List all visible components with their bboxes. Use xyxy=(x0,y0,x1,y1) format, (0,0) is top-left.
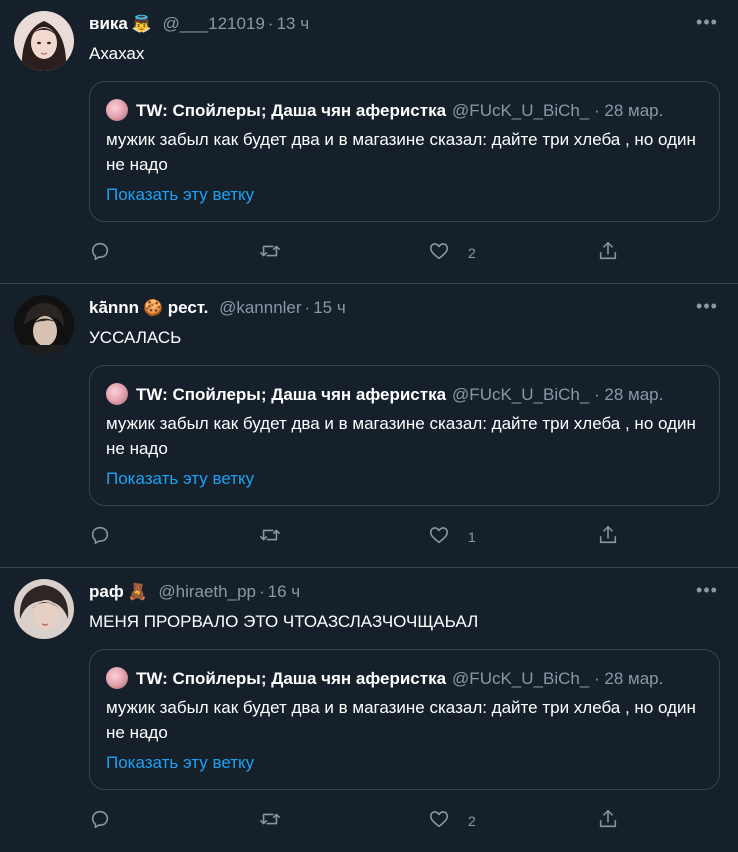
share-icon xyxy=(599,241,617,260)
timestamp[interactable]: 15 ч xyxy=(313,298,346,317)
retweet-button[interactable] xyxy=(259,520,281,550)
like-button[interactable]: 2 xyxy=(428,804,476,834)
quoted-tweet-header: TW: Спойлеры; Даша чян аферистка @FUcK_U_… xyxy=(106,666,709,692)
tweet-text: УССАЛАСЬ xyxy=(89,328,182,347)
tweet[interactable]: раф 🧸 @hiraeth_pp · 16 ч ••• МЕНЯ ПРОРВАЛО … xyxy=(0,568,738,852)
tweet-header: kā̃nnn 🍪 рест. @kannnler · 15 ч xyxy=(89,296,678,320)
quoted-avatar xyxy=(106,383,128,405)
separator-dot: · xyxy=(304,298,311,317)
quoted-handle-date: @FUcK_U_BiCh_ · 28 мар. xyxy=(452,385,664,404)
tweet-text: Ахахах xyxy=(89,44,145,63)
like-icon xyxy=(429,811,449,828)
reply-icon xyxy=(91,242,109,261)
tweet[interactable]: вика 👼 @___121019 · 13 ч ••• Ахахах TW: Спо… xyxy=(0,0,738,284)
show-thread-link[interactable]: Показать эту ветку xyxy=(106,467,254,491)
like-button[interactable]: 1 xyxy=(428,520,476,550)
quoted-tweet-header: TW: Спойлеры; Даша чян аферистка @FUcK_U_… xyxy=(106,382,709,408)
reply-button[interactable] xyxy=(89,520,111,550)
reply-icon xyxy=(91,526,109,545)
quoted-display-name: TW: Спойлеры; Даша чян аферистка xyxy=(136,669,447,688)
retweet-icon xyxy=(260,813,280,825)
show-thread-link[interactable]: Показать эту ветку xyxy=(106,751,254,775)
separator-dot: · xyxy=(258,582,265,601)
name-emoji: 🧸 xyxy=(127,582,148,601)
tweet-header: вика 👼 @___121019 · 13 ч xyxy=(89,12,678,36)
display-name[interactable]: раф xyxy=(89,582,124,601)
avatar[interactable] xyxy=(14,11,74,71)
quoted-tweet-text: мужик забыл как будет два и в магазине с… xyxy=(106,130,696,174)
quoted-handle-date: @FUcK_U_BiCh_ · 28 мар. xyxy=(452,101,664,120)
like-count: 2 xyxy=(468,813,476,829)
action-bar: 2 xyxy=(89,236,629,266)
like-icon xyxy=(429,527,449,544)
share-button[interactable] xyxy=(597,520,619,550)
quoted-display-name: TW: Спойлеры; Даша чян аферистка xyxy=(136,101,447,120)
retweet-button[interactable] xyxy=(259,236,281,266)
share-button[interactable] xyxy=(597,236,619,266)
quoted-tweet[interactable]: TW: Спойлеры; Даша чян аферистка @FUcK_U_… xyxy=(89,81,720,222)
quoted-handle-date: @FUcK_U_BiCh_ · 28 мар. xyxy=(452,669,664,688)
user-handle[interactable]: @___121019 xyxy=(163,14,265,33)
share-icon xyxy=(599,809,617,828)
display-name[interactable]: kā̃nnn xyxy=(89,298,139,317)
tweet-text: МЕНЯ ПРОРВАЛО ЭТО ЧТОАЗСЛАЗЧОЧЩАЬАЛ xyxy=(89,612,479,631)
user-handle[interactable]: @hiraeth_pp xyxy=(158,582,256,601)
avatar[interactable] xyxy=(14,295,74,355)
like-button[interactable]: 2 xyxy=(428,236,476,266)
quoted-avatar xyxy=(106,667,128,689)
retweet-icon xyxy=(260,529,280,541)
quoted-display-name: TW: Спойлеры; Даша чян аферистка xyxy=(136,385,447,404)
retweet-button[interactable] xyxy=(259,804,281,834)
like-count: 1 xyxy=(468,529,476,545)
share-button[interactable] xyxy=(597,804,619,834)
tweet[interactable]: kā̃nnn 🍪 рест. @kannnler · 15 ч ••• УССАЛАС… xyxy=(0,284,738,568)
reply-icon xyxy=(91,810,109,829)
display-name-suffix[interactable]: рест. xyxy=(168,298,209,317)
more-icon[interactable]: ••• xyxy=(696,581,718,602)
action-bar: 1 xyxy=(89,520,629,550)
timestamp[interactable]: 13 ч xyxy=(277,14,310,33)
name-emoji: 👼 xyxy=(131,14,152,33)
quoted-tweet[interactable]: TW: Спойлеры; Даша чян аферистка @FUcK_U_… xyxy=(89,649,720,790)
quoted-tweet[interactable]: TW: Спойлеры; Даша чян аферистка @FUcK_U_… xyxy=(89,365,720,506)
avatar[interactable] xyxy=(14,579,74,639)
reply-button[interactable] xyxy=(89,804,111,834)
name-emoji: 🍪 xyxy=(143,298,163,317)
show-thread-link[interactable]: Показать эту ветку xyxy=(106,183,254,207)
like-icon xyxy=(429,243,449,260)
timestamp[interactable]: 16 ч xyxy=(268,582,301,601)
tweet-header: раф 🧸 @hiraeth_pp · 16 ч xyxy=(89,580,678,604)
like-count: 2 xyxy=(468,245,476,261)
display-name[interactable]: вика xyxy=(89,14,128,33)
quoted-tweet-header: TW: Спойлеры; Даша чян аферистка @FUcK_U_… xyxy=(106,98,709,124)
quoted-avatar xyxy=(106,99,128,121)
retweet-icon xyxy=(260,245,280,257)
more-icon[interactable]: ••• xyxy=(696,13,718,34)
reply-button[interactable] xyxy=(89,236,111,266)
separator-dot: · xyxy=(267,14,274,33)
action-bar: 2 xyxy=(89,804,629,834)
share-icon xyxy=(599,525,617,544)
user-handle[interactable]: @kannnler xyxy=(219,298,301,317)
quoted-tweet-text: мужик забыл как будет два и в магазине с… xyxy=(106,698,696,742)
more-icon[interactable]: ••• xyxy=(696,297,718,318)
quoted-tweet-text: мужик забыл как будет два и в магазине с… xyxy=(106,414,696,458)
